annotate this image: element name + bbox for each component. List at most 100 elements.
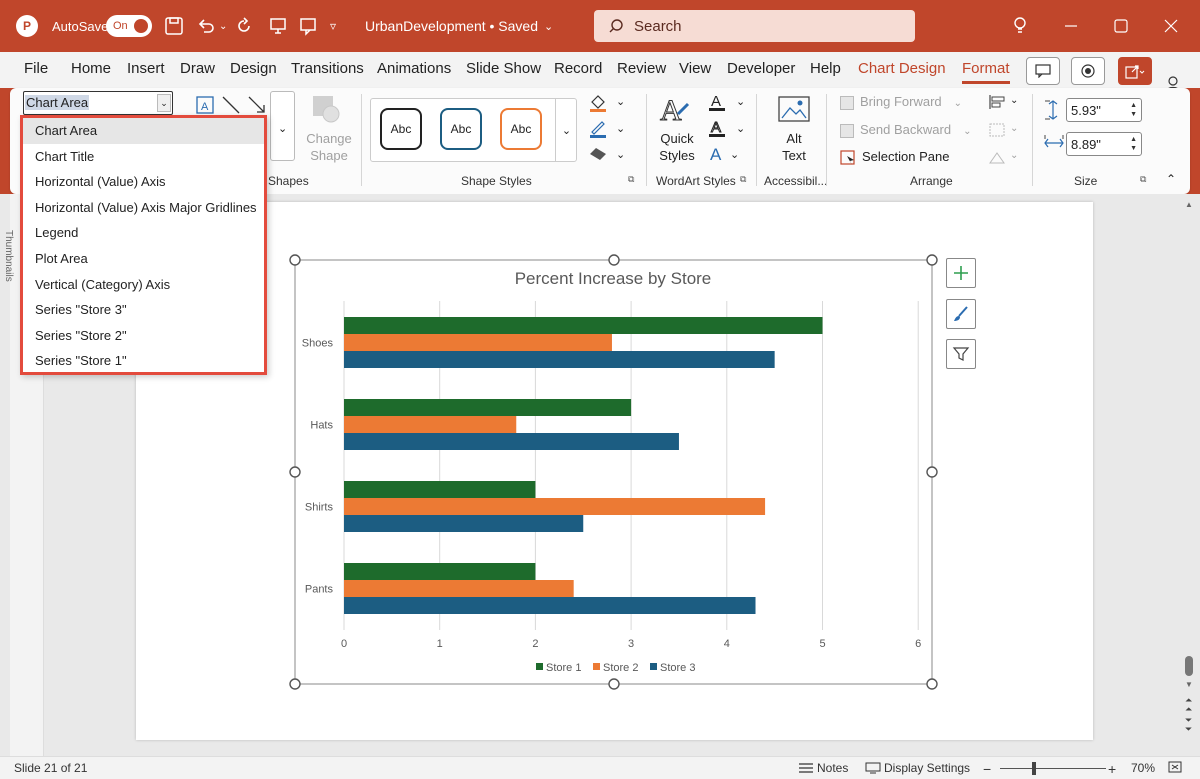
chevron-down-icon[interactable]: ⌄ (730, 148, 739, 161)
text-box-shape-icon[interactable]: A (196, 96, 214, 117)
dropdown-item[interactable]: Legend (23, 220, 264, 246)
dropdown-item[interactable]: Horizontal (Value) Axis Major Gridlines (23, 195, 264, 221)
alt-text-icon[interactable] (778, 96, 810, 127)
minimize-icon[interactable] (1064, 0, 1078, 52)
dialog-launcher-icon[interactable]: ⧉ (1140, 174, 1146, 185)
tab-chart-design[interactable]: Chart Design (858, 60, 946, 77)
customize-qat-icon[interactable]: ▿ (330, 0, 336, 52)
chevron-down-icon[interactable]: ⌄ (736, 95, 745, 108)
selection-pane-button[interactable]: Selection Pane (840, 149, 949, 166)
scroll-up-icon[interactable]: ▲ (1185, 200, 1193, 209)
tab-format[interactable]: Format (962, 60, 1010, 84)
spinner-icon[interactable]: ▲ ▼ (1130, 101, 1137, 119)
tab-design[interactable]: Design (230, 60, 277, 77)
tab-review[interactable]: Review (617, 60, 666, 77)
vertical-scrollbar[interactable]: ▲ ▼ ⏶ ⏶ ⏷ ⏷ (1180, 200, 1198, 740)
dropdown-item[interactable]: Chart Area (23, 118, 264, 144)
tab-transitions[interactable]: Transitions (291, 60, 364, 77)
close-icon[interactable] (1164, 0, 1178, 52)
spinner-icon[interactable]: ▲ ▼ (1130, 135, 1137, 153)
shape-effects-icon[interactable] (588, 146, 608, 165)
collapse-ribbon-icon[interactable]: ⌃ (1166, 172, 1176, 186)
dropdown-item[interactable]: Vertical (Category) Axis (23, 272, 264, 298)
document-title[interactable]: UrbanDevelopment • Saved ⌄ (365, 0, 553, 52)
line-shape-icon[interactable] (222, 96, 240, 117)
comment-slide-icon[interactable] (298, 0, 318, 52)
shape-style-black[interactable]: Abc (380, 108, 422, 150)
shape-style-blue[interactable]: Abc (440, 108, 482, 150)
align-icon[interactable] (988, 94, 1006, 113)
save-icon[interactable] (164, 0, 184, 52)
tab-developer[interactable]: Developer (727, 60, 795, 77)
zoom-in-icon[interactable]: + (1108, 761, 1116, 777)
dropdown-item[interactable]: Series "Store 3" (23, 297, 264, 323)
autosave-label: AutoSave (52, 18, 109, 34)
zoom-slider-thumb[interactable] (1032, 762, 1036, 775)
notes-button[interactable]: Notes (798, 761, 848, 775)
shape-height-value: 5.93" (1071, 103, 1101, 118)
zoom-slider-track[interactable] (1000, 768, 1106, 769)
shape-style-orange[interactable]: Abc (500, 108, 542, 150)
shape-outline-icon[interactable] (588, 118, 608, 141)
display-settings-button[interactable]: Display Settings (865, 761, 970, 775)
chevron-down-icon[interactable]: ⌄ (1010, 95, 1018, 106)
dialog-launcher-icon[interactable]: ⧉ (740, 174, 746, 185)
previous-slide-icon[interactable]: ⏶ ⏶ (1185, 696, 1192, 714)
arrow-shape-icon[interactable] (248, 96, 266, 117)
tab-slide-show[interactable]: Slide Show (466, 60, 541, 77)
chart-elements-select[interactable]: Chart Area ⌄ (23, 91, 173, 115)
dropdown-item[interactable]: Series "Store 2" (23, 323, 264, 349)
dialog-launcher-icon[interactable]: ⧉ (628, 174, 634, 185)
shape-width-input[interactable]: 8.89" ▲ ▼ (1066, 132, 1142, 156)
dropdown-item[interactable]: Horizontal (Value) Axis (23, 169, 264, 195)
tab-help[interactable]: Help (810, 60, 841, 77)
shape-fill-icon[interactable] (588, 92, 608, 115)
undo-icon[interactable] (196, 0, 216, 52)
chart-filters-button[interactable] (946, 339, 976, 369)
chevron-down-icon[interactable]: ⌄ (616, 148, 625, 161)
zoom-out-icon[interactable]: − (983, 761, 991, 777)
tab-view[interactable]: View (679, 60, 711, 77)
chart-elements-button[interactable] (946, 258, 976, 288)
text-fill-icon[interactable]: A (707, 92, 727, 115)
dropdown-item[interactable]: Plot Area (23, 246, 264, 272)
chevron-down-icon: ⌄ (157, 94, 171, 112)
tab-animations[interactable]: Animations (377, 60, 451, 77)
more-shapes-icon[interactable]: ⌄ (278, 122, 287, 135)
text-outline-icon[interactable]: A (707, 118, 727, 141)
zoom-level[interactable]: 70% (1131, 761, 1155, 775)
more-styles-icon[interactable]: ⌄ (555, 98, 577, 162)
present-icon[interactable] (268, 0, 288, 52)
tab-insert[interactable]: Insert (127, 60, 165, 77)
text-effects-icon[interactable]: A (707, 144, 727, 167)
record-button[interactable] (1071, 57, 1105, 85)
scroll-down-icon[interactable]: ▼ (1185, 680, 1193, 689)
quick-styles-label[interactable]: Quick Styles (652, 130, 702, 164)
chart-styles-button[interactable] (946, 299, 976, 329)
maximize-icon[interactable] (1114, 0, 1128, 52)
tab-home[interactable]: Home (71, 60, 111, 77)
chevron-down-icon[interactable]: ⌄ (616, 95, 625, 108)
autosave-toggle[interactable]: On (106, 0, 152, 52)
next-slide-icon[interactable]: ⏷ ⏷ (1185, 716, 1192, 734)
dropdown-item[interactable]: Chart Title (23, 144, 264, 170)
dropdown-item[interactable]: Series "Store 1" (23, 348, 264, 374)
tab-record[interactable]: Record (554, 60, 602, 77)
scroll-thumb[interactable] (1185, 656, 1193, 676)
quick-styles-icon[interactable]: A (658, 92, 692, 133)
comments-button[interactable] (1026, 57, 1060, 85)
fit-slide-icon[interactable] (1168, 761, 1182, 773)
tab-file[interactable]: File (24, 60, 48, 77)
share-button[interactable] (1118, 57, 1152, 85)
redo-icon[interactable] (234, 0, 254, 52)
chevron-down-icon[interactable]: ⌄ (616, 122, 625, 135)
lightbulb-icon[interactable] (1012, 0, 1028, 52)
chevron-down-icon[interactable]: ⌄ (736, 122, 745, 135)
search-box[interactable]: Search (594, 10, 915, 42)
undo-dropdown-icon[interactable]: ⌄ (219, 0, 227, 52)
thumbnails-label: Thumbnails (3, 230, 14, 282)
svg-text:A: A (201, 101, 209, 113)
tab-draw[interactable]: Draw (180, 60, 215, 77)
shape-height-input[interactable]: 5.93" ▲ ▼ (1066, 98, 1142, 122)
alt-text-label[interactable]: Alt Text (778, 130, 810, 164)
